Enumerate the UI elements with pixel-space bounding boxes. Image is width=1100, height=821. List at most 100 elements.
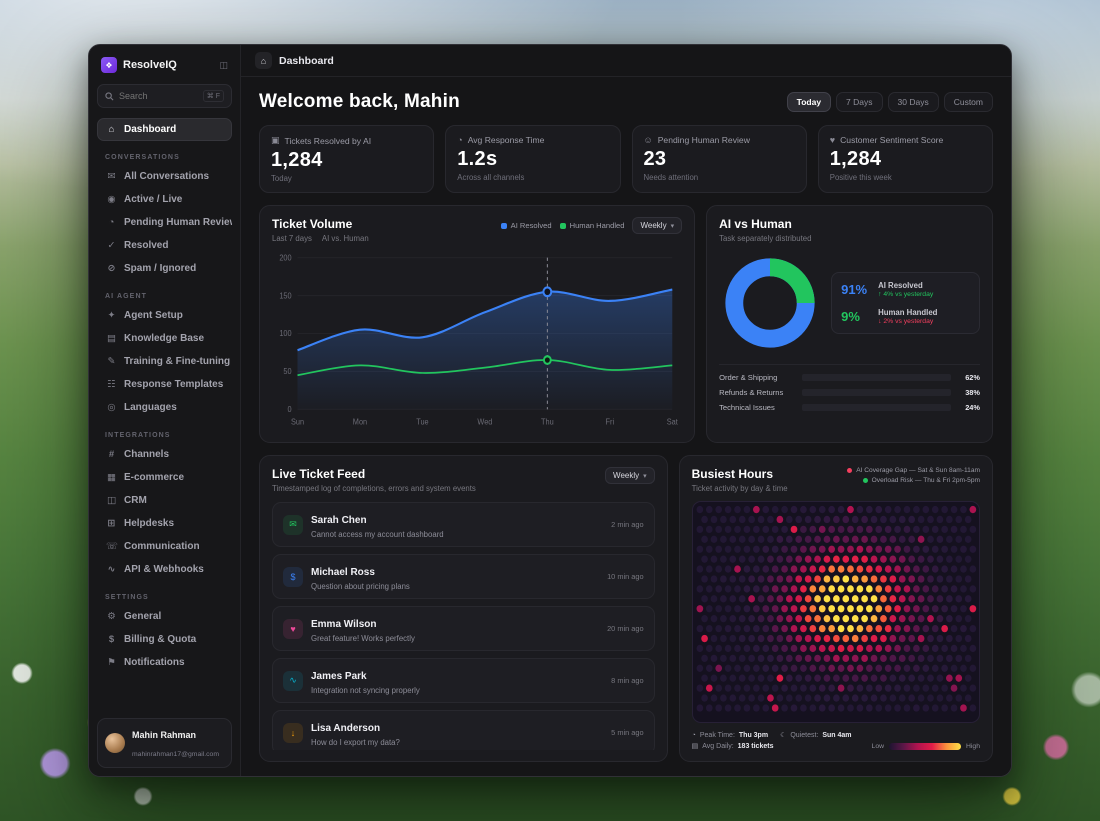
sidebar: ❖ ResolveIQ ◫ ⌘ F ⌂ Dashboard CONVERSATI…	[89, 45, 241, 776]
sidebar-item-helpdesks[interactable]: ⊞ Helpdesks	[97, 512, 232, 535]
category-row-order-shipping: Order & Shipping 62%	[719, 373, 980, 382]
range-today-button[interactable]: Today	[787, 92, 831, 112]
brand: ❖ ResolveIQ ◫	[97, 55, 232, 75]
bell-icon: ⚑	[106, 657, 117, 668]
ticket-volume-card: Ticket Volume Last 7 daysAI vs. Human AI…	[259, 205, 695, 443]
ai-resolved-label: AI Resolved	[878, 281, 933, 290]
stat-card-avg-response: ◔Avg Response Time 1.2s Across all chann…	[445, 125, 620, 193]
sidebar-item-label: E-commerce	[124, 472, 184, 483]
ticket-icon: ▣	[271, 135, 280, 146]
sidebar-item-languages[interactable]: ◎ Languages	[97, 396, 232, 419]
sidebar-item-response-templates[interactable]: ☷ Response Templates	[97, 373, 232, 396]
clock-icon: ◔	[692, 732, 696, 739]
sidebar-item-label: Communication	[124, 541, 200, 552]
sidebar-item-resolved[interactable]: ✓ Resolved	[97, 234, 232, 257]
check-icon: ✓	[106, 240, 117, 251]
range-custom-button[interactable]: Custom	[944, 92, 993, 112]
sidebar-item-agent-setup[interactable]: ✦ Agent Setup	[97, 304, 232, 327]
book-icon: ▤	[106, 333, 117, 344]
chevron-down-icon: ▾	[671, 222, 675, 230]
dollar-icon: $	[106, 634, 117, 645]
donut-chart	[719, 252, 821, 354]
sidebar-item-general[interactable]: ⚙ General	[97, 605, 232, 628]
legend-overload-risk: Overload Risk — Thu & Fri 2pm-5pm	[863, 477, 980, 484]
live-ticket-feed-card: Live Ticket Feed Timestamped log of comp…	[259, 455, 668, 762]
avatar	[105, 733, 125, 753]
sidebar-item-channels[interactable]: # Channels	[97, 443, 232, 466]
sidebar-item-communication[interactable]: ☏ Communication	[97, 535, 232, 558]
card-subtitle: Timestamped log of completions, errors a…	[272, 484, 476, 493]
stat-subtext: Positive this week	[830, 173, 981, 182]
svg-text:Fri: Fri	[606, 417, 615, 426]
sidebar-item-e-commerce[interactable]: ▦ E-commerce	[97, 466, 232, 489]
phone-icon: ☏	[106, 541, 117, 552]
feed-item[interactable]: ∿ James ParkIntegration not syncing prop…	[272, 658, 655, 703]
bar-track	[802, 404, 951, 411]
sidebar-item-knowledge-base[interactable]: ▤ Knowledge Base	[97, 327, 232, 350]
stat-value: 1.2s	[457, 148, 608, 171]
user-icon: ☺	[644, 135, 653, 145]
heatmap-legend: AI Coverage Gap — Sat & Sun 8am-11am Ove…	[847, 467, 980, 484]
sidebar-item-label: All Conversations	[124, 171, 209, 182]
stat-label: Tickets Resolved by AI	[285, 136, 372, 146]
sidebar-item-api-webhooks[interactable]: ∿ API & Webhooks	[97, 558, 232, 581]
sidebar-item-all-conversations[interactable]: ✉ All Conversations	[97, 165, 232, 188]
feed-item[interactable]: ↓ Lisa AndersonHow do I export my data? …	[272, 710, 655, 750]
user-profile[interactable]: Mahin Rahman mahinrahman17@gmail.com	[97, 718, 232, 768]
range-7days-button[interactable]: 7 Days	[836, 92, 882, 112]
stat-value: 23	[644, 148, 795, 171]
sidebar-item-dashboard[interactable]: ⌂ Dashboard	[97, 118, 232, 141]
range-30days-button[interactable]: 30 Days	[888, 92, 939, 112]
search-input[interactable]	[119, 91, 198, 101]
svg-text:150: 150	[279, 291, 291, 300]
quietest-stat: ☾Quietest:Sun 4am	[780, 731, 851, 739]
legend-dot	[847, 468, 852, 473]
template-icon: ☷	[106, 379, 117, 390]
sidebar-item-crm[interactable]: ◫ CRM	[97, 489, 232, 512]
stat-subtext: Across all channels	[457, 173, 608, 182]
stat-cards: ▣Tickets Resolved by AI 1,284 Today ◔Avg…	[259, 125, 993, 193]
sidebar-item-label: Response Templates	[124, 379, 223, 390]
sidebar-item-training-fine-tuning[interactable]: ✎ Training & Fine-tuning	[97, 350, 232, 373]
stat-card-pending-review: ☺Pending Human Review 23 Needs attention	[632, 125, 807, 193]
database-icon: ◫	[106, 495, 117, 506]
stat-value: 1,284	[830, 148, 981, 171]
section-title-ai-agent: AI AGENT	[105, 293, 224, 300]
feed-item[interactable]: ♥ Emma WilsonGreat feature! Works perfec…	[272, 606, 655, 651]
heart-icon: ♥	[283, 619, 303, 639]
scale-high-label: High	[966, 743, 980, 750]
sidebar-collapse-icon[interactable]: ◫	[219, 60, 228, 71]
feed-item[interactable]: $ Michael RossQuestion about pricing pla…	[272, 554, 655, 599]
sidebar-item-label: Resolved	[124, 240, 168, 251]
pencil-icon: ✎	[106, 356, 117, 367]
sidebar-item-label: CRM	[124, 495, 147, 506]
sidebar-item-pending-human-review[interactable]: ◔ Pending Human Review	[97, 211, 232, 234]
card-subtitle: Ticket activity by day & time	[692, 484, 788, 493]
home-icon[interactable]: ⌂	[255, 52, 272, 69]
svg-text:Sat: Sat	[667, 417, 679, 426]
clock-icon: ◔	[457, 135, 462, 145]
grid-icon: ⊞	[106, 518, 117, 529]
donut-stats-box: 91% AI Resolved ↑ 4% vs yesterday 9% Hum…	[831, 272, 980, 334]
section-title-conversations: CONVERSATIONS	[105, 154, 224, 161]
card-title: Ticket Volume	[272, 217, 369, 231]
stat-ai-resolved: 91% AI Resolved ↑ 4% vs yesterday	[841, 281, 970, 298]
sidebar-item-label: Dashboard	[124, 124, 176, 135]
moon-icon: ☾	[780, 731, 786, 739]
svg-text:0: 0	[288, 405, 292, 414]
sidebar-item-billing-quota[interactable]: $ Billing & Quota	[97, 628, 232, 651]
sidebar-item-notifications[interactable]: ⚑ Notifications	[97, 651, 232, 674]
sidebar-item-active-live[interactable]: ◉ Active / Live	[97, 188, 232, 211]
heatmap-panel	[692, 501, 980, 723]
svg-text:Wed: Wed	[477, 417, 492, 426]
weekly-dropdown[interactable]: Weekly▾	[632, 217, 682, 234]
weekly-dropdown[interactable]: Weekly▾	[605, 467, 655, 484]
sidebar-item-spam-ignored[interactable]: ⊘ Spam / Ignored	[97, 257, 232, 280]
heart-icon: ♥	[830, 135, 835, 145]
sidebar-item-label: Agent Setup	[124, 310, 183, 321]
search-box[interactable]: ⌘ F	[97, 84, 232, 108]
feed-item[interactable]: ✉ Sarah ChenCannot access my account das…	[272, 502, 655, 547]
heatmap-chart	[693, 502, 979, 722]
card-subtitle: Task separately distributed	[719, 234, 980, 243]
section-title-integrations: INTEGRATIONS	[105, 432, 224, 439]
